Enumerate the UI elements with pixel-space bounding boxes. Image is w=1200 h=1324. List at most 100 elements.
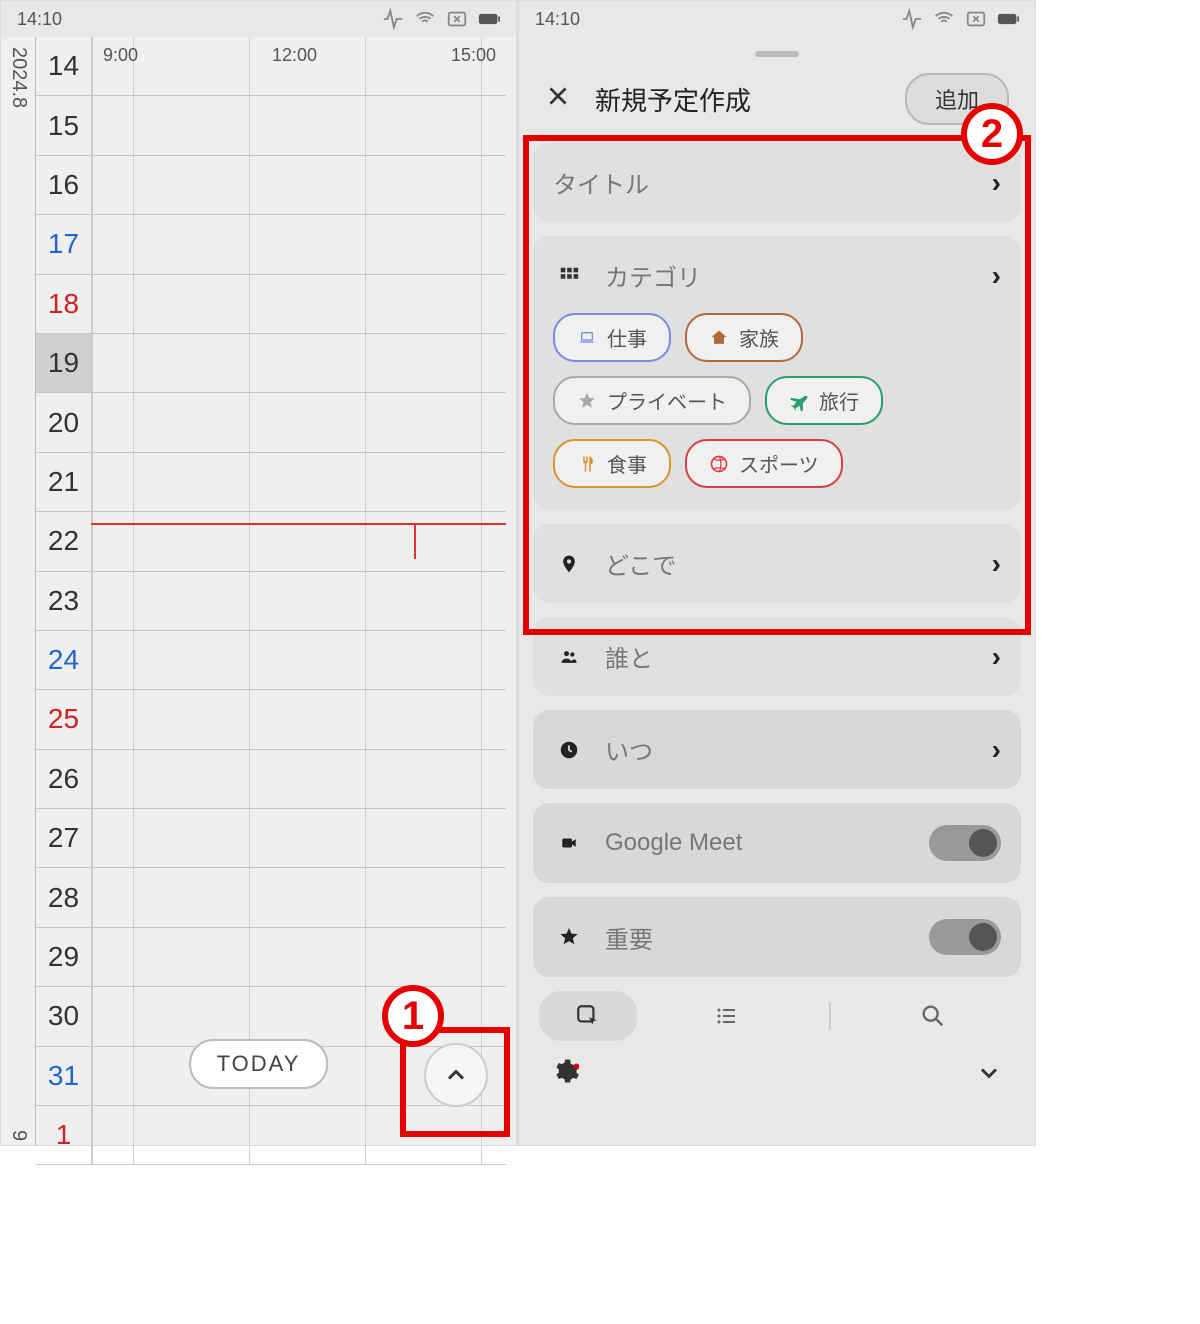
calendar-row[interactable]: 27 (36, 809, 506, 868)
calendar-row[interactable]: 15 (36, 96, 506, 155)
day-number[interactable]: 22 (36, 512, 92, 570)
drag-handle[interactable] (755, 51, 799, 57)
tab-cursor[interactable] (539, 991, 637, 1041)
day-number[interactable]: 26 (36, 750, 92, 808)
bottom-tabs (533, 991, 1021, 1041)
calendar-row[interactable]: 29 (36, 928, 506, 987)
day-number[interactable]: 16 (36, 156, 92, 214)
chevron-down-icon (975, 1059, 1003, 1087)
status-icons (382, 8, 500, 30)
day-cells[interactable] (92, 809, 506, 867)
chevron-right-icon: › (992, 734, 1001, 766)
status-icons (901, 8, 1019, 30)
next-month-label: 9 (7, 1130, 30, 1141)
calendar-row[interactable]: 24 (36, 631, 506, 690)
day-number[interactable]: 18 (36, 275, 92, 333)
chevron-right-icon: › (992, 641, 1001, 673)
day-cells[interactable] (92, 393, 506, 451)
calendar-row[interactable]: 23 (36, 572, 506, 631)
search-icon (919, 1002, 947, 1030)
important-toggle[interactable] (929, 919, 1001, 955)
day-number[interactable]: 19 (36, 334, 92, 392)
calendar-row[interactable]: 22 (36, 512, 506, 571)
important-row: 重要 (533, 897, 1021, 977)
status-bar: 14:10 (519, 1, 1035, 37)
day-number[interactable]: 15 (36, 96, 92, 154)
day-number[interactable]: 20 (36, 393, 92, 451)
wifi-icon (933, 8, 955, 30)
meet-toggle[interactable] (929, 825, 1001, 861)
calendar-grid[interactable]: 141516171819202122232425262728293031 1 (35, 37, 506, 1145)
day-cells[interactable] (92, 690, 506, 748)
time-slot: 15:00 (451, 45, 496, 66)
people-label: 誰と (605, 639, 972, 674)
sheet-title: 新規予定作成 (595, 81, 905, 118)
tab-list[interactable] (645, 1004, 809, 1028)
day-cells[interactable] (92, 631, 506, 689)
day-number[interactable]: 25 (36, 690, 92, 748)
time-header: 9:00 12:00 15:00 (93, 45, 506, 66)
day-number[interactable]: 23 (36, 572, 92, 630)
day-number[interactable]: 14 (36, 37, 92, 95)
settings-button[interactable]: • (551, 1057, 588, 1093)
calendar-row[interactable]: 17 (36, 215, 506, 274)
day-cells[interactable] (92, 215, 506, 273)
divider (829, 1002, 831, 1030)
day-cells[interactable] (92, 572, 506, 630)
close-icon (545, 83, 571, 109)
day-cells[interactable] (92, 928, 506, 986)
activity-icon (901, 8, 923, 30)
calendar-row[interactable]: 21 (36, 453, 506, 512)
battery-icon (997, 8, 1019, 30)
calendar-row[interactable]: 20 (36, 393, 506, 452)
calendar-row[interactable]: 28 (36, 868, 506, 927)
when-label: いつ (605, 732, 972, 767)
day-cells[interactable] (92, 334, 506, 392)
close-box-icon (965, 8, 987, 30)
calendar-row[interactable]: 16 (36, 156, 506, 215)
calendar-screen: 14:10 2024.8 9 1415161718192021222324252… (0, 0, 518, 1146)
important-label: 重要 (605, 920, 909, 955)
current-time-line (91, 523, 506, 525)
day-number[interactable]: 31 (36, 1047, 92, 1105)
day-number[interactable]: 27 (36, 809, 92, 867)
status-bar: 14:10 (1, 1, 516, 37)
day-number[interactable]: 28 (36, 868, 92, 926)
calendar-row[interactable]: 25 (36, 690, 506, 749)
annotation-marker-1: 1 (382, 985, 444, 1047)
day-number[interactable]: 17 (36, 215, 92, 273)
people-icon (553, 647, 585, 667)
when-row[interactable]: いつ › (533, 710, 1021, 789)
annotation-marker-2: 2 (961, 103, 1023, 165)
day-cells[interactable] (92, 868, 506, 926)
day-cells[interactable] (92, 750, 506, 808)
month-label: 2024.8 (7, 47, 30, 108)
collapse-button[interactable] (975, 1059, 1003, 1092)
day-number[interactable]: 24 (36, 631, 92, 689)
day-cells[interactable] (92, 453, 506, 511)
calendar-row[interactable]: 26 (36, 750, 506, 809)
day-cells[interactable] (92, 156, 506, 214)
day-number[interactable]: 30 (36, 987, 92, 1045)
activity-icon (382, 8, 404, 30)
tab-search[interactable] (851, 1002, 1015, 1030)
day-number[interactable]: 1 (36, 1106, 92, 1164)
close-button[interactable] (545, 83, 571, 116)
today-button[interactable]: TODAY (189, 1039, 329, 1089)
day-number[interactable]: 21 (36, 453, 92, 511)
video-icon (553, 834, 585, 852)
new-event-screen: 14:10 新規予定作成 追加 タイトル › (518, 0, 1036, 1146)
day-number[interactable]: 29 (36, 928, 92, 986)
status-time: 14:10 (17, 9, 62, 30)
annotation-box-2 (523, 135, 1031, 635)
clock-icon (553, 739, 585, 761)
calendar-row[interactable]: 19 (36, 334, 506, 393)
day-cells[interactable] (92, 275, 506, 333)
status-time: 14:10 (535, 9, 580, 30)
day-cells[interactable] (92, 512, 506, 570)
close-box-icon (446, 8, 468, 30)
day-cells[interactable] (92, 96, 506, 154)
sheet-header: 新規予定作成 追加 (533, 67, 1021, 143)
calendar-row[interactable]: 18 (36, 275, 506, 334)
meet-row: Google Meet (533, 803, 1021, 883)
